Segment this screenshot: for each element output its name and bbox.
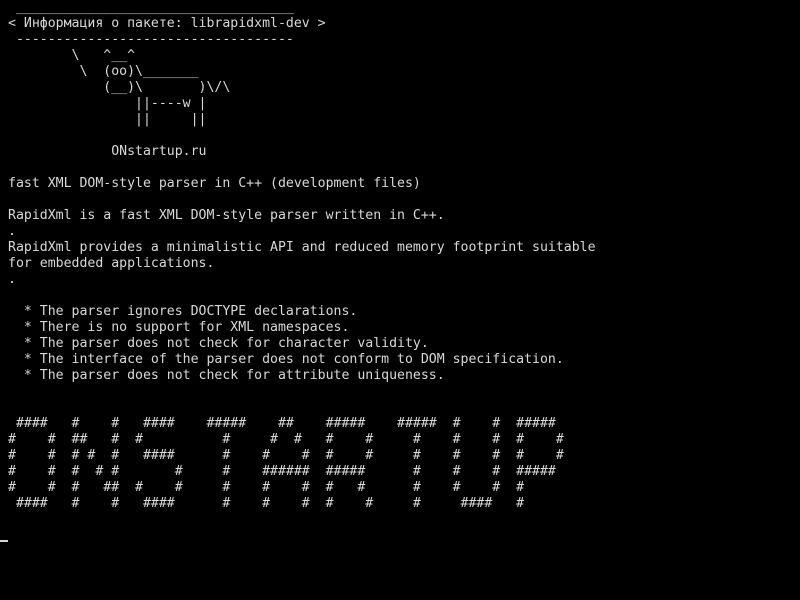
cowsay-bubble-top: ___________________________________ <box>8 0 294 15</box>
cow-art-line: \ (oo)\_______ <box>8 64 199 79</box>
cow-art-line: || || <box>8 112 207 127</box>
banner-art-line: # # # # # #### # # # # # # # # # # <box>8 448 564 463</box>
site-credit: ONstartup.ru <box>8 144 207 159</box>
feature-bullet: * The parser ignores DOCTYPE declaration… <box>8 304 358 319</box>
cowsay-bubble-bottom: ----------------------------------- <box>8 32 294 47</box>
banner-art-line: # # ## # # # # # # # # # # # # <box>8 432 564 447</box>
cow-art-line: (__)\ )\/\ <box>8 80 231 95</box>
description-line: RapidXml is a fast XML DOM-style parser … <box>8 208 445 223</box>
text-cursor <box>0 540 8 542</box>
banner-art-line: #### # # #### # # # # # # #### # <box>8 496 525 511</box>
feature-bullet: * The parser does not check for characte… <box>8 336 429 351</box>
feature-bullet: * The parser does not check for attribut… <box>8 368 445 383</box>
description-line: RapidXml provides a minimalistic API and… <box>8 240 596 255</box>
cow-art-line: \ ^__^ <box>8 48 136 63</box>
description-line: . <box>8 272 16 287</box>
banner-art-line: #### # # #### ##### ## ##### ##### # # #… <box>8 416 556 431</box>
package-summary: fast XML DOM-style parser in C++ (develo… <box>8 176 421 191</box>
banner-art-line: # # # ## # # # # # # # # # # # <box>8 480 525 495</box>
feature-bullet: * There is no support for XML namespaces… <box>8 320 350 335</box>
terminal-screen[interactable]: ___________________________________ < Ин… <box>0 0 800 600</box>
feature-bullet: * The interface of the parser does not c… <box>8 352 564 367</box>
cowsay-bubble-text: < Информация о пакете: librapidxml-dev > <box>8 16 326 31</box>
description-line: for embedded applications. <box>8 256 215 271</box>
cow-art-line: ||----w | <box>8 96 207 111</box>
banner-art-line: # # # # # # # ###### ##### # # # ##### <box>8 464 556 479</box>
description-line: . <box>8 224 16 239</box>
